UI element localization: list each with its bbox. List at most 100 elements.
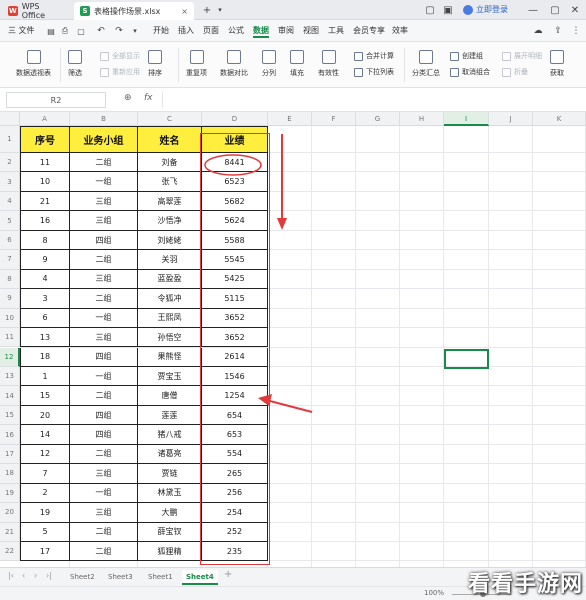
menu-review[interactable]: 审阅	[278, 24, 294, 38]
table-cell[interactable]: 三组	[70, 464, 138, 484]
table-cell[interactable]: 二组	[70, 542, 138, 562]
table-cell[interactable]: 莲莲	[138, 405, 202, 426]
table-cell[interactable]: 10	[20, 172, 70, 192]
menu-tools[interactable]: 工具	[328, 24, 344, 38]
print-icon[interactable]: ⎙	[60, 24, 70, 38]
more-chevron-icon[interactable]: ▾	[130, 24, 140, 38]
table-cell[interactable]: 四组	[70, 230, 138, 251]
column-header[interactable]: B	[70, 112, 138, 126]
layout-icon[interactable]: ▢	[424, 3, 436, 17]
zoom-search-icon[interactable]: ⊕	[124, 93, 132, 103]
table-cell[interactable]: 21	[20, 191, 70, 212]
new-tab-button[interactable]: +	[200, 3, 214, 17]
table-cell[interactable]: 12	[20, 444, 70, 465]
table-cell[interactable]: 二组	[70, 386, 138, 406]
table-cell[interactable]: 张飞	[138, 172, 202, 192]
table-cell[interactable]: 11	[20, 153, 70, 173]
name-box[interactable]: R2	[6, 92, 106, 108]
redo-icon[interactable]: ↷	[114, 24, 124, 38]
duplicates-button[interactable]: 重复项	[186, 50, 207, 78]
sort-button[interactable]: 排序	[148, 50, 162, 78]
table-cell[interactable]: 二组	[70, 444, 138, 465]
menu-insert[interactable]: 插入	[178, 24, 194, 38]
menu-efficiency[interactable]: 效率	[392, 24, 408, 38]
column-header[interactable]: F	[312, 112, 356, 126]
row-header[interactable]: 6	[0, 230, 20, 251]
table-cell[interactable]: 2	[20, 483, 70, 504]
expand-detail-button[interactable]: 展开明细	[502, 50, 542, 62]
table-cell[interactable]: 13	[20, 328, 70, 348]
table-cell[interactable]: 贾宝玉	[138, 366, 202, 387]
share-icon[interactable]: ⇪	[552, 24, 564, 38]
table-cell[interactable]: 16	[20, 211, 70, 231]
table-cell[interactable]: 一组	[70, 366, 138, 387]
table-cell[interactable]: 三组	[70, 328, 138, 348]
table-cell[interactable]: 19	[20, 503, 70, 523]
function-icon[interactable]: fx	[144, 93, 153, 103]
table-cell[interactable]: 狐狸精	[138, 542, 202, 562]
table-cell[interactable]: 诸葛亮	[138, 444, 202, 465]
column-header[interactable]: D	[202, 112, 268, 126]
login-link[interactable]: 立即登录	[463, 4, 508, 15]
fill-button[interactable]: 填充	[290, 50, 304, 78]
menu-page[interactable]: 页面	[203, 24, 219, 38]
table-cell[interactable]: 四组	[70, 405, 138, 426]
table-cell[interactable]: 薛宝钗	[138, 522, 202, 542]
prev-sheet-icon[interactable]: ‹	[22, 571, 25, 580]
subtotal-button[interactable]: 分类汇总	[412, 50, 440, 78]
table-cell[interactable]: 四组	[70, 425, 138, 445]
menu-formula[interactable]: 公式	[228, 24, 244, 38]
sheet-tab-sheet2[interactable]: Sheet2	[66, 570, 99, 585]
split-button[interactable]: 分列	[262, 50, 276, 78]
close-tab-icon[interactable]: ×	[181, 7, 188, 16]
table-cell[interactable]: 果熊怪	[138, 347, 202, 367]
add-sheet-icon[interactable]: +	[224, 569, 232, 580]
row-header[interactable]: 16	[0, 425, 20, 445]
reapply-button[interactable]: 重新应用	[100, 66, 140, 78]
get-data-button[interactable]: 获取	[550, 50, 564, 78]
row-header[interactable]: 13	[0, 366, 20, 387]
table-cell[interactable]: 9	[20, 250, 70, 270]
preview-icon[interactable]: ▢	[76, 24, 86, 38]
table-cell[interactable]: 唐僧	[138, 386, 202, 406]
undo-icon[interactable]: ↶	[96, 24, 106, 38]
column-header[interactable]: C	[138, 112, 202, 126]
table-cell[interactable]: 令狐冲	[138, 289, 202, 309]
column-header[interactable]: H	[400, 112, 444, 126]
table-cell[interactable]: 一组	[70, 308, 138, 329]
collapse-button[interactable]: 折叠	[502, 66, 528, 78]
close-window-button[interactable]: ✕	[568, 3, 582, 17]
row-header[interactable]: 12	[0, 347, 20, 367]
table-cell[interactable]: 贾链	[138, 464, 202, 484]
column-header[interactable]: I	[444, 112, 489, 126]
table-cell[interactable]: 孙悟空	[138, 328, 202, 348]
table-cell[interactable]: 14	[20, 425, 70, 445]
column-header[interactable]: A	[20, 112, 70, 126]
table-header-cell[interactable]: 序号	[20, 126, 70, 153]
last-sheet-icon[interactable]: ›|	[46, 571, 52, 580]
table-cell[interactable]: 猪八戒	[138, 425, 202, 445]
table-cell[interactable]: 三组	[70, 191, 138, 212]
row-header[interactable]: 15	[0, 405, 20, 426]
row-header[interactable]: 3	[0, 172, 20, 192]
row-header[interactable]: 7	[0, 250, 20, 270]
consolidate-button[interactable]: 合并计算	[354, 50, 394, 62]
row-header[interactable]: 8	[0, 269, 20, 290]
column-header[interactable]: G	[356, 112, 400, 126]
table-cell[interactable]: 三组	[70, 269, 138, 290]
table-cell[interactable]: 8	[20, 230, 70, 251]
table-cell[interactable]: 蓝盈盈	[138, 269, 202, 290]
table-cell[interactable]: 三组	[70, 503, 138, 523]
row-header[interactable]: 1	[0, 126, 20, 153]
tab-menu-chevron-icon[interactable]: ▾	[215, 3, 225, 17]
validity-button[interactable]: 有效性	[318, 50, 339, 78]
table-cell[interactable]: 高翠莲	[138, 191, 202, 212]
table-cell[interactable]: 6	[20, 308, 70, 329]
row-header[interactable]: 17	[0, 444, 20, 465]
menu-view[interactable]: 视图	[303, 24, 319, 38]
table-cell[interactable]: 1	[20, 366, 70, 387]
row-header[interactable]: 14	[0, 386, 20, 406]
row-header[interactable]: 11	[0, 328, 20, 348]
cloud-icon[interactable]: ☁	[532, 24, 544, 38]
column-header[interactable]: J	[489, 112, 533, 126]
